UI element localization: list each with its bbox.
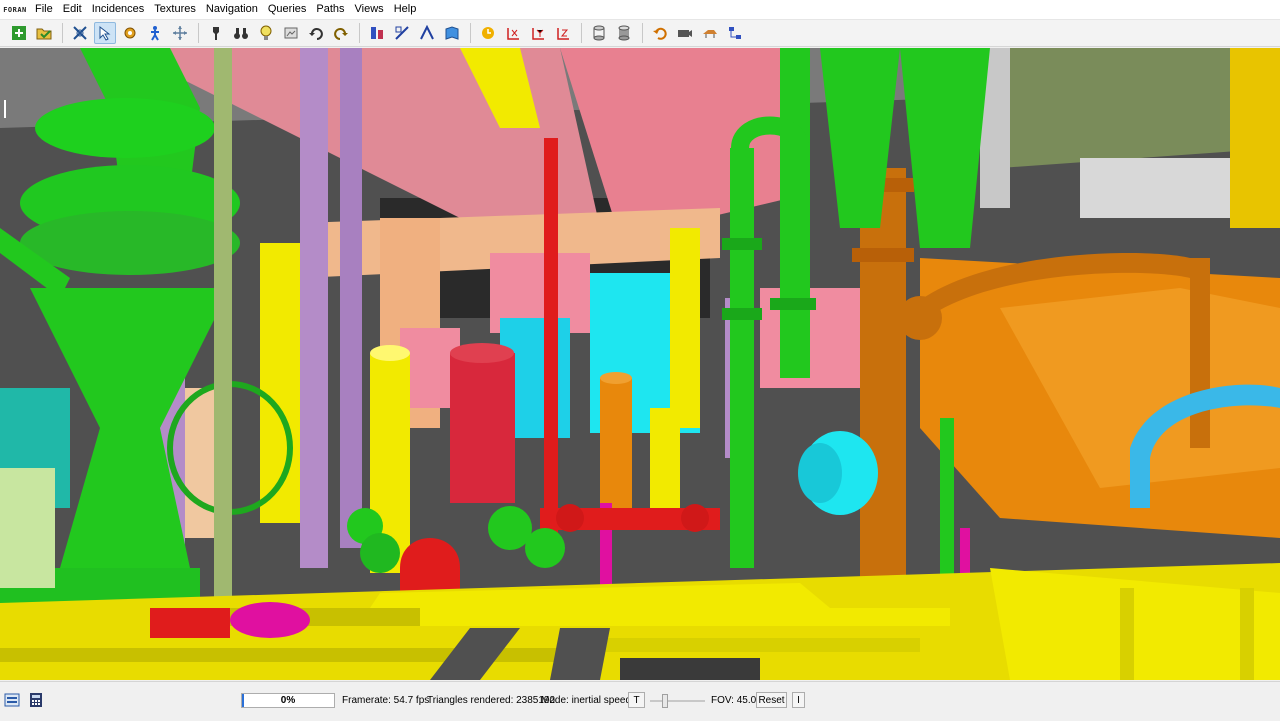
toolbar-separator (581, 23, 582, 43)
undo-icon[interactable] (649, 22, 671, 44)
settings-gear-icon[interactable] (119, 22, 141, 44)
menu-navigation[interactable]: Navigation (201, 0, 263, 19)
axis-x-icon[interactable] (502, 22, 524, 44)
distance-icon[interactable] (366, 22, 388, 44)
orbit-icon[interactable] (169, 22, 191, 44)
lightbulb-icon[interactable] (255, 22, 277, 44)
app-logo: FORAN (3, 5, 27, 14)
3d-viewport[interactable] (0, 48, 1280, 680)
dimension-icon[interactable] (391, 22, 413, 44)
undo-view-icon[interactable] (305, 22, 327, 44)
open-icon[interactable] (33, 22, 55, 44)
book-icon[interactable] (441, 22, 463, 44)
speed-slider[interactable] (650, 694, 705, 708)
reset-button[interactable]: Reset (756, 692, 787, 708)
menu-edit[interactable]: Edit (58, 0, 87, 19)
triangles-text: Triangles rendered: 2385192 (427, 695, 556, 706)
menu-file[interactable]: File (30, 0, 58, 19)
screenshot-icon[interactable] (280, 22, 302, 44)
slider-thumb[interactable] (662, 694, 668, 708)
menu-bar: FORAN File Edit Incidences Textures Navi… (0, 0, 1280, 20)
mode-text: Mode: inertial speed (541, 695, 632, 706)
toolbar-separator (642, 23, 643, 43)
camera-icon[interactable] (674, 22, 696, 44)
i-button[interactable]: I (792, 692, 805, 708)
menu-textures[interactable]: Textures (149, 0, 201, 19)
panel-icon[interactable] (4, 692, 20, 708)
status-bar: 0% Framerate: 54.7 fps Triangles rendere… (0, 681, 1280, 721)
select-all-icon[interactable] (69, 22, 91, 44)
axis-y-icon[interactable] (527, 22, 549, 44)
menu-paths[interactable]: Paths (311, 0, 349, 19)
plant-model-render (0, 48, 1280, 680)
progress-label: 0% (280, 695, 296, 706)
select-icon[interactable] (94, 22, 116, 44)
t-button[interactable]: T (628, 692, 645, 708)
axis-gizmo (4, 100, 12, 118)
toolbar-separator (198, 23, 199, 43)
binoculars-icon[interactable] (230, 22, 252, 44)
calculator-icon[interactable] (28, 692, 44, 708)
axis-z-icon[interactable] (552, 22, 574, 44)
menu-queries[interactable]: Queries (263, 0, 312, 19)
redo-view-icon[interactable] (330, 22, 352, 44)
cylinder-solid-icon[interactable] (613, 22, 635, 44)
walk-person-icon[interactable] (144, 22, 166, 44)
plane-icon[interactable] (699, 22, 721, 44)
toolbar-separator (470, 23, 471, 43)
menu-help[interactable]: Help (389, 0, 422, 19)
framerate-text: Framerate: 54.7 fps (342, 695, 430, 706)
angle-icon[interactable] (416, 22, 438, 44)
rotate-icon[interactable] (477, 22, 499, 44)
new-session-icon[interactable] (8, 22, 30, 44)
toolbar-separator (359, 23, 360, 43)
network-icon[interactable] (724, 22, 746, 44)
progress-bar: 0% (241, 693, 335, 708)
menu-views[interactable]: Views (350, 0, 389, 19)
flashlight-icon[interactable] (205, 22, 227, 44)
fov-text: FOV: 45.0 (711, 695, 757, 706)
slider-track (650, 700, 705, 702)
main-toolbar (0, 20, 1280, 47)
toolbar-separator (62, 23, 63, 43)
cylinder-icon[interactable] (588, 22, 610, 44)
menu-incidences[interactable]: Incidences (87, 0, 150, 19)
